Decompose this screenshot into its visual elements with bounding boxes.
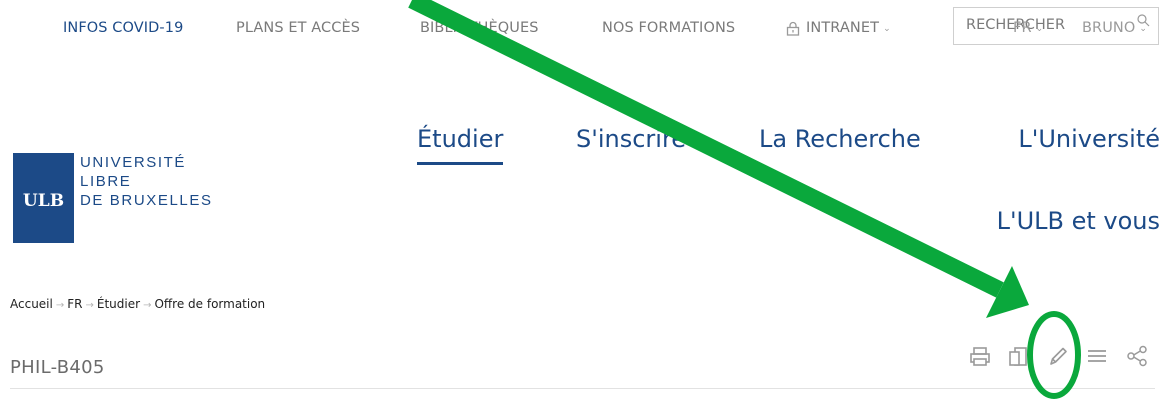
nav-inscrire[interactable]: S'inscrire [576,125,686,153]
user-menu[interactable]: BRUNO ⌄ [1082,20,1147,36]
edit-icon[interactable] [1046,343,1070,369]
logo-line-2: LIBRE [80,173,132,190]
covid-info-link[interactable]: INFOS COVID-19 [63,20,183,36]
logo-wordmark: UNIVERSITÉ LIBRE DE BRUXELLES [80,153,260,210]
plans-access-link[interactable]: PLANS ET ACCÈS [236,20,360,36]
page-title: PHIL-B405 [10,357,105,378]
intranet-label: INTRANET [806,20,880,36]
title-divider [10,388,1155,389]
chevron-down-icon: ⌄ [883,24,891,34]
logo-line-3: DE BRUXELLES [80,192,213,209]
breadcrumb-item-fr[interactable]: FR [67,297,82,311]
chevron-down-icon: ⌄ [1035,24,1044,34]
libraries-link[interactable]: BIBLIOTHÈQUES [420,20,539,36]
language-label: FR [1013,20,1032,36]
breadcrumb-separator: → [143,300,152,311]
lock-icon [786,21,800,36]
logo-badge-text: ULB [22,191,65,211]
logo-badge: ULB [13,153,74,243]
ulb-logo[interactable]: ULB UNIVERSITÉ LIBRE DE BRUXELLES [13,153,253,243]
breadcrumb: Accueil → FR → Étudier → Offre de formation [10,297,265,311]
breadcrumb-item-offre[interactable]: Offre de formation [154,297,265,311]
breadcrumb-item-accueil[interactable]: Accueil [10,297,53,311]
intranet-menu[interactable]: INTRANET ⌄ [786,20,891,36]
print-icon[interactable] [968,343,992,369]
user-name: BRUNO [1082,20,1136,36]
top-utility-nav: INFOS COVID-19 PLANS ET ACCÈS BIBLIOTHÈQ… [0,0,1163,60]
nav-universite[interactable]: L'Université [1018,125,1160,153]
nav-recherche[interactable]: La Recherche [759,125,921,153]
nav-etudier[interactable]: Étudier [417,125,504,165]
breadcrumb-item-etudier[interactable]: Étudier [97,297,140,311]
language-selector[interactable]: FR ⌄ [1013,20,1043,36]
pdf-icon[interactable] [1006,343,1030,369]
logo-line-1: UNIVERSITÉ [80,154,187,171]
nav-ulb-et-vous[interactable]: L'ULB et vous [997,207,1160,235]
formations-link[interactable]: NOS FORMATIONS [602,20,735,36]
menu-icon[interactable] [1085,343,1109,369]
breadcrumb-separator: → [85,300,94,311]
share-icon[interactable] [1125,343,1149,369]
breadcrumb-separator: → [55,300,65,311]
chevron-down-icon: ⌄ [1139,24,1148,34]
